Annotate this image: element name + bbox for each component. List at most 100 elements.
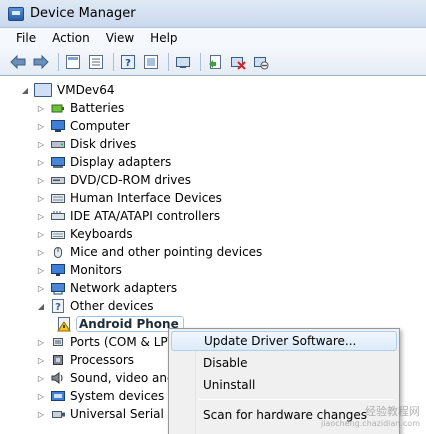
- tree-item[interactable]: ▷ Mice and other pointing devices: [36, 243, 262, 261]
- svg-text:?: ?: [55, 302, 61, 313]
- expand-icon[interactable]: ▷: [36, 247, 46, 257]
- network-adapter-icon: [50, 280, 66, 296]
- display-adapter-icon: [50, 154, 66, 170]
- toolbar-separator: [58, 52, 59, 71]
- uninstall-icon[interactable]: [228, 52, 248, 72]
- toolbar: ?: [0, 48, 426, 76]
- toolbar-separator: [168, 52, 169, 71]
- menu-bar: File Action View Help: [0, 28, 426, 48]
- tree-item-label: Processors: [70, 353, 135, 367]
- tree-item[interactable]: Android Phone: [56, 315, 184, 333]
- menu-view[interactable]: View: [99, 29, 143, 47]
- usb-icon: [50, 406, 66, 422]
- tree-item-label: System devices: [70, 389, 165, 403]
- collapse-icon[interactable]: ◢: [36, 301, 46, 311]
- forward-icon[interactable]: [31, 52, 51, 72]
- window-title: Device Manager: [30, 6, 136, 21]
- disk-drive-icon: [50, 136, 66, 152]
- warning-device-icon: [56, 316, 72, 332]
- unknown-device-icon: ?: [50, 298, 66, 314]
- context-menu-separator: [199, 399, 395, 400]
- tree-item[interactable]: ▷ Display adapters: [36, 153, 171, 171]
- show-hidden-icon[interactable]: [141, 52, 161, 72]
- toolbar-separator: [113, 52, 114, 71]
- menu-uninstall[interactable]: Uninstall: [171, 375, 397, 395]
- sound-icon: [50, 370, 66, 386]
- expand-icon[interactable]: ▷: [36, 355, 46, 365]
- tree-item-label: Disk drives: [70, 137, 137, 151]
- expand-icon[interactable]: ▷: [36, 193, 46, 203]
- tree-item-label: Batteries: [70, 101, 125, 115]
- back-icon[interactable]: [8, 52, 28, 72]
- tree-item-label: Monitors: [70, 263, 122, 277]
- tree-root[interactable]: ◢ VMDev64: [20, 81, 115, 99]
- tree-item[interactable]: ▷ System devices: [36, 387, 164, 405]
- menu-action[interactable]: Action: [45, 29, 99, 47]
- watermark: 经验教程网 jiaocheng.chazidian.com: [321, 406, 420, 430]
- dvd-drive-icon: [50, 172, 66, 188]
- expand-icon[interactable]: ▷: [36, 139, 46, 149]
- computer-root-icon: [34, 83, 52, 97]
- tree-item-label: Human Interface Devices: [70, 191, 222, 205]
- tree-item-label: Network adapters: [70, 281, 178, 295]
- tree-item-label: IDE ATA/ATAPI controllers: [70, 209, 221, 223]
- tree-item[interactable]: ▷ Ports (COM & LPT: [36, 333, 175, 351]
- tree-item[interactable]: ▷ IDE ATA/ATAPI controllers: [36, 207, 220, 225]
- expand-icon[interactable]: ▷: [36, 337, 46, 347]
- battery-icon: [50, 100, 66, 116]
- mouse-icon: [50, 244, 66, 260]
- expand-icon[interactable]: ▷: [36, 391, 46, 401]
- tree-item-label: Other devices: [70, 299, 154, 313]
- expand-icon[interactable]: ▷: [36, 175, 46, 185]
- menu-file[interactable]: File: [9, 29, 45, 47]
- computer-icon: [50, 118, 66, 134]
- title-bar: Device Manager: [0, 0, 426, 28]
- monitor-icon: [50, 262, 66, 278]
- expand-icon[interactable]: ▷: [36, 265, 46, 275]
- tree-item[interactable]: ▷ Universal Serial Bus: [36, 405, 190, 423]
- tree-item[interactable]: ▷ DVD/CD-ROM drives: [36, 171, 191, 189]
- hid-icon: [50, 190, 66, 206]
- list-view-icon[interactable]: [86, 52, 106, 72]
- toolbar-separator: [200, 52, 201, 71]
- update-driver-icon[interactable]: [205, 52, 225, 72]
- scan-icon[interactable]: [173, 52, 193, 72]
- expand-icon[interactable]: ▷: [36, 103, 46, 113]
- expand-icon[interactable]: ▷: [36, 373, 46, 383]
- tree-item[interactable]: ◢? Other devices: [36, 297, 154, 315]
- tree-item-label: Display adapters: [70, 155, 172, 169]
- watermark-sub: jiaocheng.chazidian.com: [320, 419, 420, 428]
- menu-help[interactable]: Help: [143, 29, 186, 47]
- menu-update-driver-software[interactable]: Update Driver Software...: [171, 331, 397, 351]
- expand-icon[interactable]: ▷: [36, 157, 46, 167]
- expand-icon[interactable]: ▷: [36, 121, 46, 131]
- expand-icon[interactable]: ▷: [36, 229, 46, 239]
- expand-icon[interactable]: ▷: [36, 409, 46, 419]
- tree-item-label: Ports (COM & LPT: [70, 335, 175, 349]
- menu-disable[interactable]: Disable: [171, 353, 397, 373]
- tree-item[interactable]: ▷ Monitors: [36, 261, 122, 279]
- collapse-icon[interactable]: ◢: [20, 85, 30, 95]
- properties-view-icon[interactable]: [63, 52, 83, 72]
- tree-item-label: Computer: [70, 119, 130, 133]
- tree-item[interactable]: ▷ Network adapters: [36, 279, 177, 297]
- tree-item[interactable]: ▷ Disk drives: [36, 135, 136, 153]
- system-device-icon: [50, 388, 66, 404]
- keyboard-icon: [50, 226, 66, 242]
- tree-item[interactable]: ▷ Processors: [36, 351, 134, 369]
- tree-item[interactable]: ▷ Human Interface Devices: [36, 189, 222, 207]
- tree-root-label: VMDev64: [57, 83, 115, 97]
- help-icon[interactable]: ?: [118, 52, 138, 72]
- tree-item[interactable]: ▷ Sound, video and: [36, 369, 175, 387]
- tree-item-label: Keyboards: [70, 227, 133, 241]
- tree-item-label: Mice and other pointing devices: [70, 245, 263, 259]
- expand-icon[interactable]: ▷: [36, 283, 46, 293]
- tree-item-label: Sound, video and: [70, 371, 175, 385]
- disable-icon[interactable]: [251, 52, 271, 72]
- tree-item[interactable]: ▷ Computer: [36, 117, 130, 135]
- tree-item[interactable]: ▷ Keyboards: [36, 225, 133, 243]
- ports-icon: [50, 334, 66, 350]
- tree-item[interactable]: ▷ Batteries: [36, 99, 124, 117]
- device-manager-icon: [8, 6, 24, 21]
- expand-icon[interactable]: ▷: [36, 211, 46, 221]
